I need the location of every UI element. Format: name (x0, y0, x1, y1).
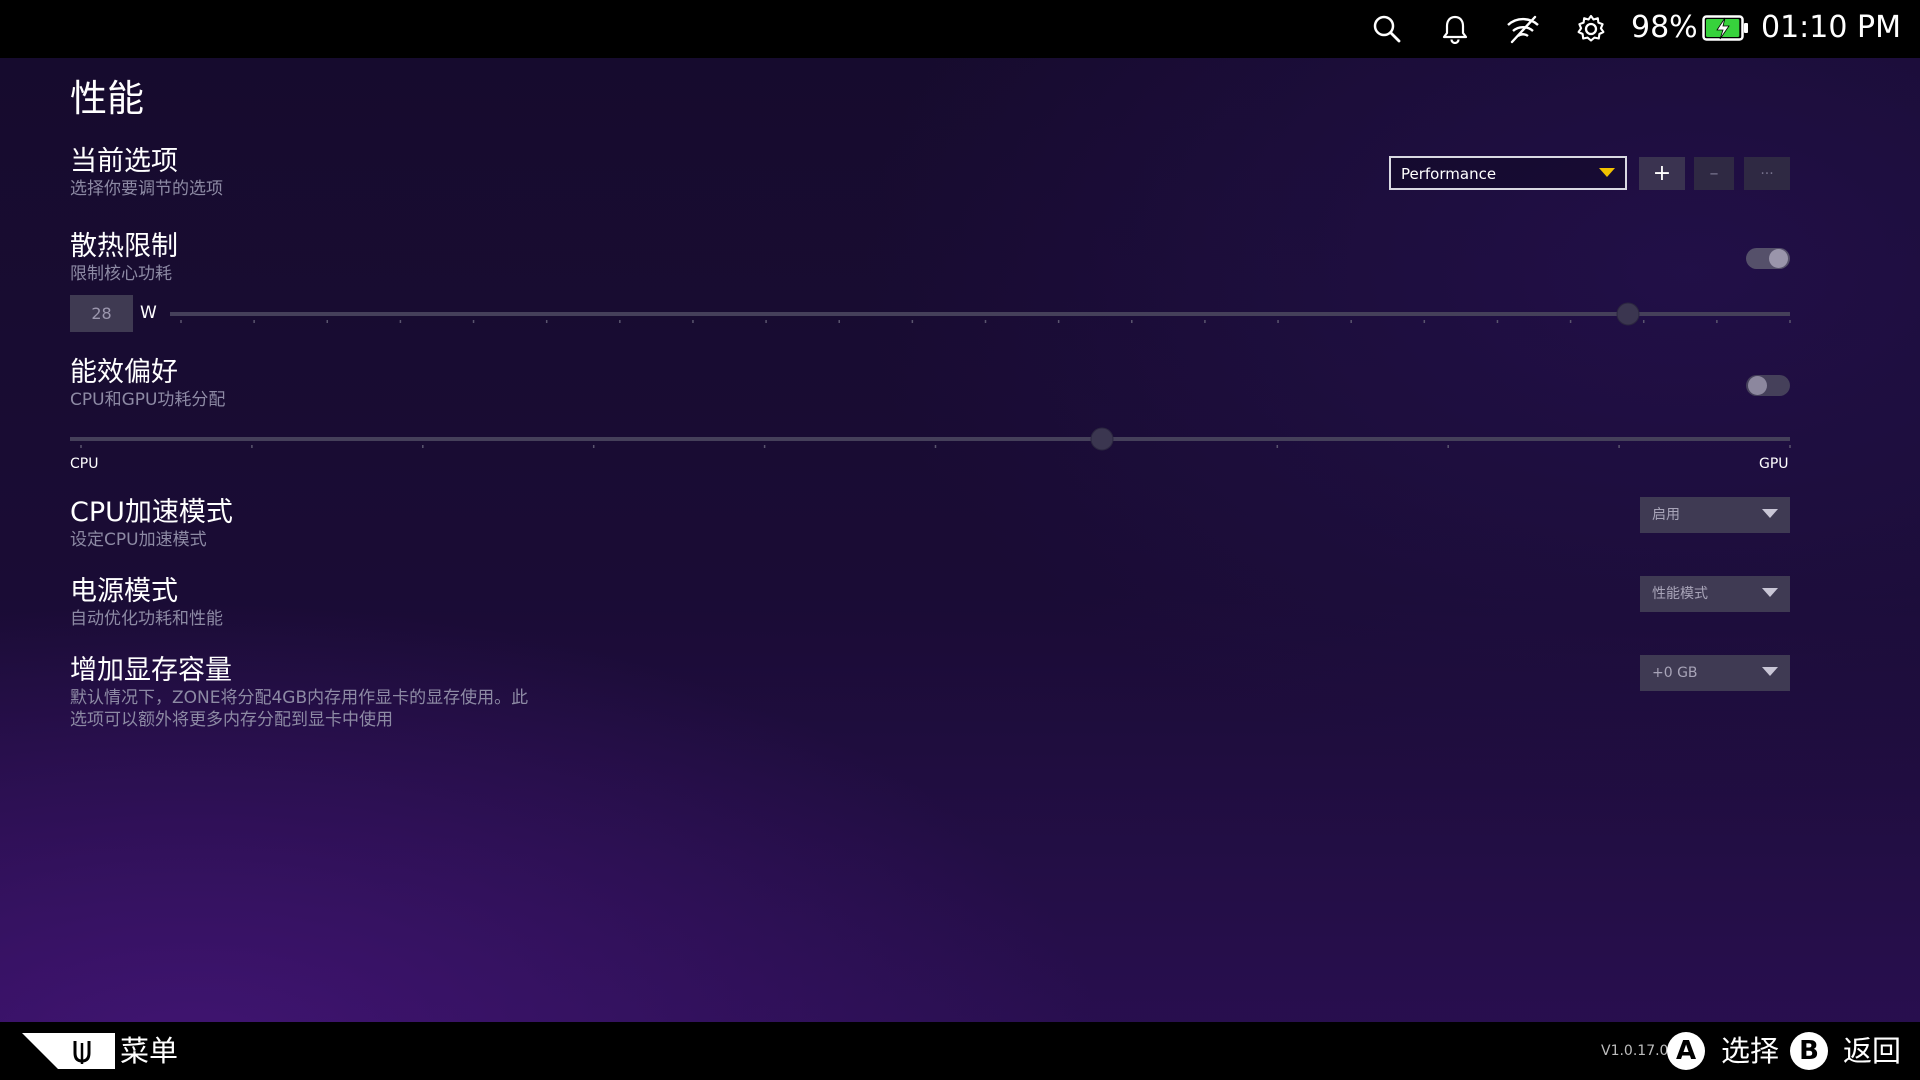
chevron-down-icon (1762, 588, 1778, 597)
slider-thumb[interactable] (1616, 302, 1640, 326)
remove-profile-button[interactable]: – (1694, 157, 1734, 190)
version-label: V1.0.17.0 (1601, 1043, 1669, 1059)
vram-value: +0 GB (1652, 665, 1698, 681)
vram-subtitle-line1: 默认情况下，ZONE将分配4GB内存用作显卡的显存使用。此 (70, 688, 529, 708)
toggle-knob (1769, 249, 1788, 268)
profile-select[interactable]: Performance (1389, 156, 1627, 190)
select-hint[interactable]: 选择 (1721, 1031, 1779, 1071)
battery-percentage: 98% (1631, 10, 1698, 45)
vram-dropdown[interactable]: +0 GB (1640, 655, 1790, 691)
add-profile-button[interactable]: + (1639, 157, 1685, 190)
power-mode-title: 电源模式 (70, 576, 178, 607)
bell-icon[interactable] (1437, 11, 1473, 47)
chevron-down-icon (1762, 509, 1778, 518)
battery-charging-icon (1702, 12, 1750, 44)
current-profile-title: 当前选项 (70, 146, 178, 177)
power-mode-value: 性能模式 (1652, 586, 1708, 602)
menu-label[interactable]: 菜单 (120, 1031, 178, 1071)
gear-icon[interactable] (1573, 11, 1609, 47)
efficiency-gpu-label: GPU (1759, 456, 1789, 472)
efficiency-slider[interactable] (0, 419, 1920, 459)
cpu-boost-title: CPU加速模式 (70, 497, 233, 528)
efficiency-toggle[interactable] (1746, 375, 1790, 396)
efficiency-title: 能效偏好 (70, 357, 178, 388)
chevron-down-icon (1599, 168, 1615, 177)
a-button-icon: A (1667, 1032, 1705, 1070)
current-profile-subtitle: 选择你要调节的选项 (70, 179, 223, 199)
more-options-button[interactable]: ··· (1744, 157, 1790, 190)
efficiency-subtitle: CPU和GPU功耗分配 (70, 390, 226, 410)
wifi-off-icon[interactable] (1505, 11, 1541, 47)
thermal-limit-subtitle: 限制核心功耗 (70, 264, 172, 284)
search-icon[interactable] (1369, 11, 1405, 47)
vram-subtitle-line2: 选项可以额外将更多内存分配到显卡中使用 (70, 710, 393, 730)
vram-title: 增加显存容量 (70, 655, 232, 686)
cpu-boost-subtitle: 设定CPU加速模式 (70, 530, 207, 550)
clock: 01:10 PM (1761, 10, 1901, 45)
bottom-bar: 菜单 V1.0.17.0 A 选择 B 返回 (0, 1022, 1920, 1080)
power-mode-dropdown[interactable]: 性能模式 (1640, 576, 1790, 612)
thermal-limit-toggle[interactable] (1746, 248, 1790, 269)
b-button-icon: B (1790, 1032, 1828, 1070)
profile-select-value: Performance (1401, 165, 1497, 183)
back-hint[interactable]: 返回 (1843, 1031, 1901, 1071)
menu-logo-button[interactable] (22, 1031, 117, 1071)
toggle-knob (1748, 376, 1767, 395)
thermal-limit-title: 散热限制 (70, 231, 178, 262)
thermal-limit-slider[interactable] (0, 294, 1920, 334)
cpu-boost-value: 启用 (1652, 507, 1680, 523)
cpu-boost-dropdown[interactable]: 启用 (1640, 497, 1790, 533)
power-mode-subtitle: 自动优化功耗和性能 (70, 609, 223, 629)
chevron-down-icon (1762, 667, 1778, 676)
status-bar: 98% 01:10 PM (0, 0, 1920, 58)
page-title: 性能 (70, 77, 144, 120)
efficiency-cpu-label: CPU (70, 456, 99, 472)
slider-thumb[interactable] (1090, 427, 1114, 451)
